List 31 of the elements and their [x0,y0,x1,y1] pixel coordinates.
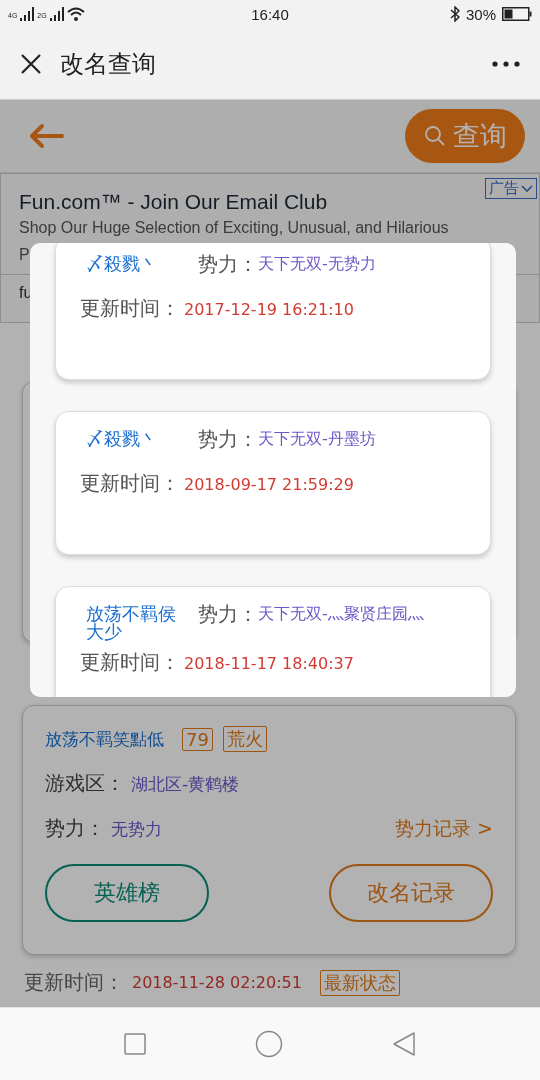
faction-label: 势力： [198,603,258,625]
update-time-label: 更新时间： [80,472,180,494]
update-time: 2018-09-17 21:59:29 [184,475,354,494]
faction-value: 天下无双-灬聚贤庄园灬 [258,603,424,625]
record-name: 〆殺戮丶 [85,253,159,273]
ad-description: P [19,245,30,265]
update-time-label: 更新时间： [80,297,180,319]
server-tag: 荒火 [222,726,267,752]
record-name: 〆殺戮丶 [85,428,159,448]
latest-status-tag: 最新状态 [319,969,400,996]
faction-label: 势力： [198,253,258,275]
update-time: 2017-12-19 16:21:10 [184,300,354,319]
update-time: 2018-11-28 02:20:51 [132,973,302,992]
faction-label: 势力： [45,815,105,842]
level-tag: 79 [182,727,213,751]
update-time-label: 更新时间： [24,969,124,996]
ad-description: Shop Our Huge Selection of Exciting, Unusual, and Hilarious [19,218,449,238]
zone-label: 游戏区： [45,770,125,797]
faction-value: 无势力 [111,818,162,841]
faction-value: 天下无双-丹墨坊 [258,428,376,450]
clock-time: 16:40 [250,5,290,23]
player-name: 放荡不羁笑點低 [45,727,164,751]
ad-title: Fun.com™ - Join Our Email Club [19,190,329,214]
zone-value: 湖北区-黄鹤楼 [131,773,240,796]
update-time-label: 更新时间： [80,651,180,673]
update-time: 2018-11-17 18:40:37 [184,654,354,673]
faction-label: 势力： [198,428,258,450]
battery-percent: 30% [465,5,496,23]
record-name: 放荡不羁侯大少 [85,603,177,641]
window-title: 改名查询 [60,48,157,80]
faction-value: 天下无双-无势力 [258,253,376,275]
